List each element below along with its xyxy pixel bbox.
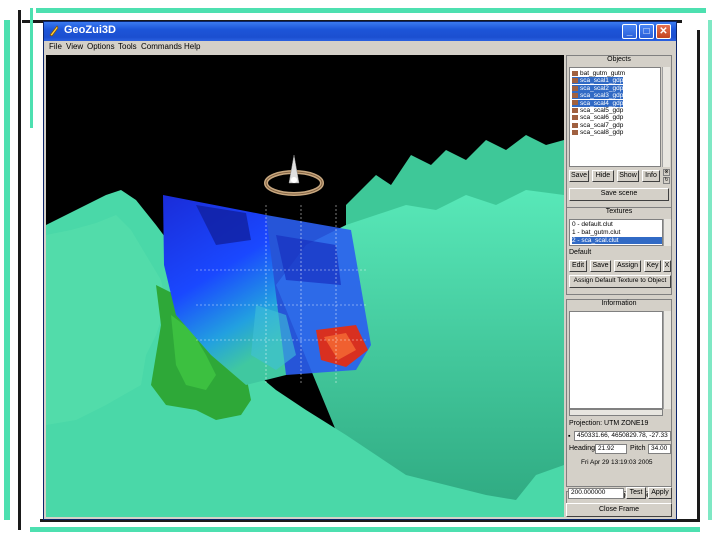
object-type-icon (572, 92, 578, 98)
refresh-icon[interactable]: ↻ (663, 177, 670, 184)
object-type-icon (572, 107, 578, 113)
object-type-icon (572, 85, 578, 91)
object-list-label: sca_scal8_gdp (580, 129, 624, 137)
object-list-label: bat_gutm_gutm (580, 70, 626, 77)
object-list-label: sca_scal7_gdp (580, 121, 624, 129)
projection-value: UTM ZONE19 (604, 420, 649, 427)
pitch-label: Pitch (630, 445, 646, 452)
assign-default-texture-button[interactable]: Assign Default Texture to Object (569, 275, 671, 288)
information-text-area[interactable] (569, 311, 663, 409)
objects-list[interactable]: bat_gutm_gutm sca_scal1_gdp sca_scal2_gdp s… (569, 67, 661, 167)
slide-decor-bar (708, 20, 712, 520)
datetime-text: Fri Apr 29 13:19:03 2005 (581, 459, 653, 466)
objects-group: Objects bat_gutm_gutm sca_scal1_gdp sca_sc… (566, 55, 672, 213)
information-title: Information (601, 300, 637, 307)
object-info-button[interactable]: Info (642, 170, 660, 182)
compass-ring (264, 154, 324, 196)
close-frame-button[interactable]: Close Frame (566, 503, 672, 517)
object-list-item[interactable]: sca_scal1_gdp (572, 77, 624, 85)
control-panel: Objects bat_gutm_gutm sca_scal1_gdp sca_sc… (566, 55, 674, 517)
textures-list[interactable]: 0 - default.clut 1 - bat_gutm.clut 2 - sca… (569, 219, 663, 246)
height-apply-button[interactable]: Apply (648, 487, 672, 499)
object-list-item[interactable]: sca_scal7_gdp (572, 122, 623, 129)
slide-decor-bar (697, 30, 700, 520)
object-list-label: sca_scal3_gdp (580, 92, 624, 100)
app-window: GeoZui3D _ □ ✕ File View Options Tools C… (43, 21, 677, 520)
3d-viewport[interactable] (46, 55, 564, 517)
object-type-icon (572, 129, 578, 135)
object-list-item[interactable]: sca_scal2_gdp (572, 84, 624, 92)
menu-help[interactable]: Help (184, 42, 200, 51)
window-title: GeoZui3D (64, 24, 116, 36)
slide-decor-bar (36, 8, 706, 13)
pitch-field[interactable]: 34.00 (648, 444, 671, 454)
object-list-label: sca_scal4_gdp (580, 99, 624, 107)
texture-key-button[interactable]: Key (644, 260, 661, 272)
slide-decor-bar (18, 10, 21, 530)
objects-scrollbar[interactable] (662, 67, 670, 167)
object-type-icon (572, 122, 578, 128)
textures-scrollbar[interactable] (663, 219, 671, 246)
heading-label: Heading (569, 445, 596, 452)
object-list-label: sca_scal2_gdp (580, 84, 624, 92)
close-button[interactable]: ✕ (656, 24, 671, 39)
maximize-icon: □ (643, 26, 650, 37)
information-group: Information Projection: UTM ZONE19 ▪ 450… (566, 299, 672, 487)
slide-decor-bar (4, 20, 10, 520)
object-list-item[interactable]: sca_scal4_gdp (572, 99, 624, 107)
app-icon (49, 25, 59, 37)
object-list-label: sca_scal5_gdp (580, 107, 624, 114)
object-list-item[interactable]: sca_scal5_gdp (572, 107, 623, 114)
object-list-item[interactable]: sca_scal3_gdp (572, 92, 624, 100)
object-type-icon (572, 70, 578, 76)
current-texture-label: Default (569, 249, 592, 256)
object-type-icon (572, 115, 578, 121)
menu-options[interactable]: Options (87, 42, 115, 51)
texture-assign-button[interactable]: Assign (614, 260, 641, 272)
objects-title: Objects (607, 56, 631, 63)
projection-label-text: Projection: (569, 420, 603, 427)
object-list-item[interactable]: sca_scal6_gdp (572, 114, 623, 121)
slide-decor-bar (30, 527, 700, 532)
object-hide-button[interactable]: Hide (592, 170, 614, 182)
object-type-icon (572, 78, 578, 84)
menu-file[interactable]: File (49, 42, 62, 51)
object-save-button[interactable]: Save (569, 170, 589, 182)
slide-decor-bar (30, 8, 33, 128)
texture-save-button[interactable]: Save (590, 260, 611, 272)
maximize-button[interactable]: □ (639, 24, 654, 39)
coords-bullet: ▪ (568, 433, 571, 440)
textures-group: Textures 0 - default.clut 1 - bat_gutm.cl… (566, 207, 672, 295)
object-list-label: sca_scal1_gdp (580, 77, 624, 85)
height-exaggeration-input[interactable]: 200.000000 (568, 488, 624, 499)
object-list-item[interactable]: sca_scal8_gdp (572, 129, 623, 136)
object-type-icon (572, 100, 578, 106)
texture-list-item[interactable]: 1 - bat_gutm.clut (572, 229, 662, 236)
information-hscrollbar[interactable] (569, 409, 663, 416)
minimize-button[interactable]: _ (622, 24, 637, 39)
menu-commands[interactable]: Commands (141, 42, 182, 51)
projection-label: Projection: UTM ZONE19 (569, 420, 648, 427)
texture-edit-button[interactable]: Edit (569, 260, 587, 272)
height-test-button[interactable]: Test (626, 487, 646, 499)
object-list-item[interactable]: bat_gutm_gutm (572, 70, 625, 77)
coords-field[interactable]: 450331.66, 4650829.78, -27.33 (574, 431, 671, 441)
menu-view[interactable]: View (66, 42, 83, 51)
textures-title: Textures (605, 208, 633, 215)
title-bar[interactable]: GeoZui3D _ □ ✕ (44, 22, 676, 41)
close-icon: ✕ (659, 26, 668, 37)
menu-tools[interactable]: Tools (118, 42, 137, 51)
information-scrollbar[interactable] (663, 311, 671, 409)
texture-list-item[interactable]: 2 - sca_scal.clut (572, 237, 662, 244)
object-show-button[interactable]: Show (617, 170, 639, 182)
heading-field[interactable]: 21.92 (595, 444, 627, 454)
menu-bar: File View Options Tools Commands Help (44, 41, 676, 55)
texture-list-item[interactable]: 0 - default.clut (572, 221, 662, 228)
object-list-label: sca_scal6_gdp (580, 114, 624, 122)
link-icon[interactable]: ⊗ (663, 169, 670, 176)
minimize-icon: _ (626, 26, 633, 37)
texture-remove-button[interactable]: X (663, 260, 671, 272)
save-scene-button[interactable]: Save scene (569, 188, 669, 201)
terrain-scene (46, 135, 564, 517)
